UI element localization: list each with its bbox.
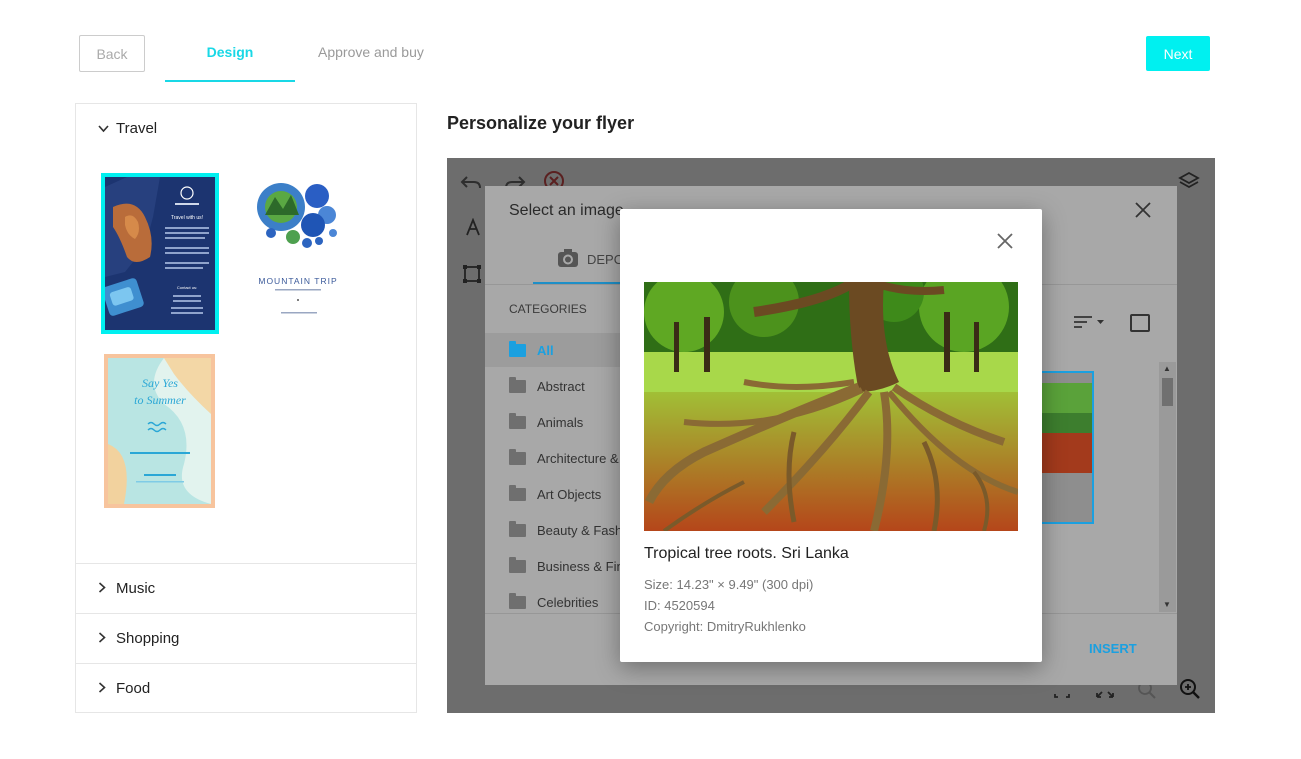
page-title: Personalize your flyer [447,113,635,133]
category-label: Abstract [537,378,585,394]
sort-icon[interactable] [1073,314,1107,335]
category-music[interactable]: Music [76,564,416,613]
dialog-title: Select an image [509,202,624,219]
scroll-up-arrow-icon[interactable]: ▲ [1163,364,1171,373]
svg-text:to Summer: to Summer [134,393,186,407]
scrollbar-thumb[interactable] [1162,378,1173,406]
category-food[interactable]: Food [76,664,416,713]
tree-thumbnail [1042,373,1092,522]
image-size: Size: 14.23" × 9.49" (300 dpi) [644,577,814,592]
selected-image-thumbnail[interactable] [1040,371,1094,524]
image-category-business-finance[interactable]: Business & Fin [485,549,635,583]
next-button[interactable]: Next [1146,36,1210,71]
image-preview-modal: Tropical tree roots. Sri Lanka Size: 14.… [620,209,1042,662]
fullscreen-icon[interactable] [1095,682,1115,705]
folder-icon [509,448,526,465]
category-label: Business & Fin [537,558,624,574]
folder-icon [509,556,526,573]
category-label: Beauty & Fash [537,522,623,538]
image-category-architecture[interactable]: Architecture & [485,441,635,475]
category-label: Food [116,680,151,697]
image-category-abstract[interactable]: Abstract [485,369,635,403]
insert-button[interactable]: INSERT [1089,641,1137,656]
tab-design[interactable]: Design [165,44,295,60]
layers-icon[interactable] [1178,170,1200,198]
svg-text:Say Yes: Say Yes [142,376,178,390]
tab-approve-and-buy[interactable]: Approve and buy [318,44,424,60]
svg-text:Contact us:: Contact us: [177,285,197,290]
tab-label: DEPO [587,252,624,267]
template-preview-summer: Say Yes to Summer [104,354,215,508]
category-label: Travel [116,120,158,137]
categories-heading: CATEGORIES [509,302,587,316]
folder-icon [509,484,526,501]
folder-icon [509,412,526,429]
chevron-right-icon [98,581,112,596]
folder-icon [509,520,526,537]
chevron-right-icon [98,681,112,696]
camera-icon [557,248,579,271]
svg-text:Travel with us!: Travel with us! [171,215,203,221]
folder-icon [509,340,526,357]
folder-icon [509,592,526,609]
category-label: Animals [537,414,584,430]
image-title: Tropical tree roots. Sri Lanka [644,545,849,562]
template-thumbnail-travel[interactable]: Travel with us! Contact us: [101,173,219,334]
expand-view-icon[interactable] [1130,314,1150,332]
category-label: All [537,342,554,358]
category-label: Shopping [116,630,180,647]
text-tool-icon[interactable] [465,217,481,242]
zoom-in-icon[interactable] [1179,678,1201,706]
close-icon[interactable] [1135,198,1151,224]
scroll-down-arrow-icon[interactable]: ▼ [1163,600,1171,609]
template-preview-mountain: MOUNTAIN TRIP [241,175,351,327]
template-preview-travel: Travel with us! Contact us: [105,177,215,330]
image-copyright: Copyright: DmitryRukhlenko [644,619,806,634]
image-category-all[interactable]: All [485,333,635,367]
scrollbar[interactable]: ▲ ▼ [1159,362,1176,612]
tab-design-underline [165,80,295,82]
category-label: Celebrities [537,594,599,610]
image-category-animals[interactable]: Animals [485,405,635,439]
chevron-down-icon [98,122,112,136]
template-thumbnail-mountain-trip[interactable]: MOUNTAIN TRIP [241,175,351,327]
image-id: ID: 4520594 [644,598,715,613]
chevron-right-icon [98,631,112,646]
category-label: Music [116,580,156,597]
category-label: Architecture & [537,450,619,466]
folder-icon [509,376,526,393]
preview-image [644,282,1018,531]
category-shopping[interactable]: Shopping [76,614,416,663]
shape-tool-icon[interactable] [462,264,482,290]
close-icon[interactable] [996,231,1014,255]
category-travel[interactable]: Travel [76,104,416,153]
undo-icon[interactable] [459,172,483,198]
back-button[interactable]: Back [79,35,145,72]
svg-text:MOUNTAIN TRIP: MOUNTAIN TRIP [258,276,337,286]
tree-roots-photo [644,282,1018,531]
image-category-beauty-fashion[interactable]: Beauty & Fash [485,513,635,547]
image-category-art-objects[interactable]: Art Objects [485,477,635,511]
fit-screen-icon[interactable] [1053,682,1071,705]
category-label: Art Objects [537,486,602,502]
tab-depositphotos[interactable]: DEPO [557,248,624,271]
template-thumbnail-say-yes-to-summer[interactable]: Say Yes to Summer [104,354,215,508]
template-category-panel: Travel Travel with us! Contact us: MOUNT… [75,103,417,713]
